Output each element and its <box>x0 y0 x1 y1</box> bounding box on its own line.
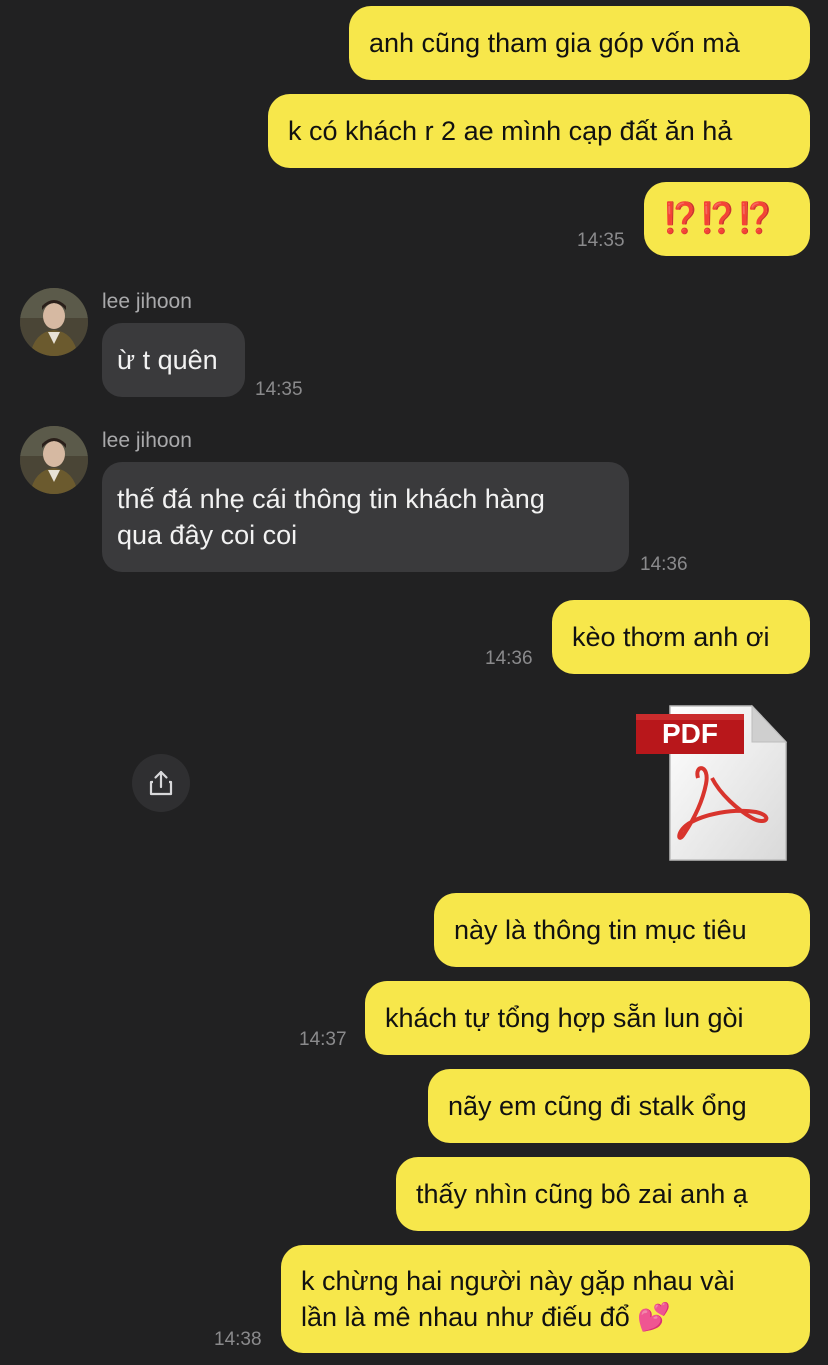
interrobang-emoji: ⁉️⁉️⁉️ <box>662 202 775 235</box>
message-text-line: lần là mê nhau như điếu đổ 💕 <box>301 1302 671 1332</box>
avatar[interactable] <box>20 426 88 494</box>
message-text: kèo thơm anh ơi <box>572 622 770 652</box>
message-text: k có khách r 2 ae mình cạp đất ăn hả <box>288 116 733 146</box>
message-text: ừ t quên <box>117 345 218 375</box>
message-bubble-outgoing[interactable]: nãy em cũng đi stalk ổng <box>428 1069 810 1143</box>
message-bubble-incoming[interactable]: thế đá nhẹ cái thông tin khách hàng qua … <box>102 462 629 572</box>
message-bubble-outgoing[interactable]: k chừng hai người này gặp nhau vài lần l… <box>281 1245 810 1353</box>
message-text-line: qua đây coi coi <box>117 520 298 550</box>
message-timestamp: 14:36 <box>640 554 688 575</box>
pdf-label: PDF <box>662 718 718 749</box>
message-timestamp: 14:38 <box>214 1329 262 1350</box>
message-text: thấy nhìn cũng bô zai anh ạ <box>416 1179 748 1209</box>
pdf-attachment[interactable]: PDF <box>634 704 790 862</box>
message-bubble-outgoing[interactable]: này là thông tin mục tiêu <box>434 893 810 967</box>
message-text: này là thông tin mục tiêu <box>454 915 747 945</box>
message-timestamp: 14:37 <box>299 1029 347 1050</box>
message-timestamp: 14:36 <box>485 648 533 669</box>
share-button[interactable] <box>132 754 190 812</box>
message-bubble-outgoing[interactable]: k có khách r 2 ae mình cạp đất ăn hả <box>268 94 810 168</box>
message-text: anh cũng tham gia góp vốn mà <box>369 28 740 58</box>
avatar[interactable] <box>20 288 88 356</box>
message-timestamp: 14:35 <box>255 379 303 400</box>
message-bubble-outgoing[interactable]: kèo thơm anh ơi <box>552 600 810 674</box>
message-bubble-outgoing[interactable]: khách tự tổng hợp sẵn lun gòi <box>365 981 810 1055</box>
share-icon <box>149 770 173 796</box>
message-bubble-outgoing[interactable]: ⁉️⁉️⁉️ <box>644 182 810 256</box>
message-text: nãy em cũng đi stalk ổng <box>448 1091 747 1121</box>
message-text-line: k chừng hai người này gặp nhau vài <box>301 1266 735 1296</box>
sender-name: lee jihoon <box>102 429 192 452</box>
message-bubble-incoming[interactable]: ừ t quên <box>102 323 245 397</box>
message-bubble-outgoing[interactable]: anh cũng tham gia góp vốn mà <box>349 6 810 80</box>
message-text: khách tự tổng hợp sẵn lun gòi <box>385 1003 744 1033</box>
message-timestamp: 14:35 <box>577 230 625 251</box>
message-bubble-outgoing[interactable]: thấy nhìn cũng bô zai anh ạ <box>396 1157 810 1231</box>
sender-name: lee jihoon <box>102 290 192 313</box>
message-text-line: thế đá nhẹ cái thông tin khách hàng <box>117 484 545 514</box>
